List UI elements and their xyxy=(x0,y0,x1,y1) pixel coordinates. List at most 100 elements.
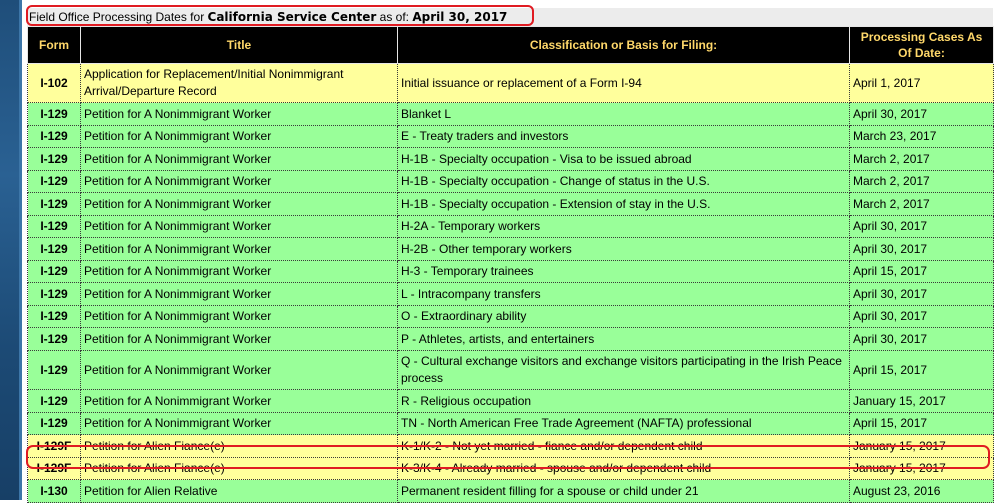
form-cell: I-129 xyxy=(27,282,81,306)
date-cell: April 15, 2017 xyxy=(849,350,994,390)
date-cell: March 2, 2017 xyxy=(849,170,994,193)
table-row: I-129 Petition for A Nonimmigrant Worker… xyxy=(27,102,994,126)
title-cell: Petition for A Nonimmigrant Worker xyxy=(80,125,398,148)
date-cell: April 30, 2017 xyxy=(849,102,994,126)
form-cell: I-129 xyxy=(27,170,81,193)
table-row: I-129 Petition for A Nonimmigrant Worker… xyxy=(27,412,994,435)
table-row: I-129 Petition for A Nonimmigrant Worker… xyxy=(27,125,994,148)
classification-cell: O - Extraordinary ability xyxy=(397,305,850,328)
title-cell: Petition for A Nonimmigrant Worker xyxy=(80,412,398,435)
column-header-form: Form xyxy=(27,26,81,64)
title-cell: Petition for A Nonimmigrant Worker xyxy=(80,147,398,171)
date-cell: March 2, 2017 xyxy=(849,147,994,171)
date-cell: April 15, 2017 xyxy=(849,412,994,435)
classification-cell: H-2A - Temporary workers xyxy=(397,215,850,238)
title-cell: Petition for A Nonimmigrant Worker xyxy=(80,237,398,261)
form-cell: I-129 xyxy=(27,327,81,351)
form-cell: I-129 xyxy=(27,125,81,148)
table-row-highlighted: I-129F Petition for Alien Fiance(e) K-1/… xyxy=(27,434,994,458)
table-row: I-129 Petition for A Nonimmigrant Worker… xyxy=(27,237,994,261)
classification-cell: Initial issuance or replacement of a For… xyxy=(397,63,850,103)
form-cell: I-129 xyxy=(27,237,81,261)
processing-dates-table-container: Form Title Classification or Basis for F… xyxy=(27,26,994,503)
table-row: I-129 Petition for A Nonimmigrant Worker… xyxy=(27,170,994,193)
date-cell: January 15, 2017 xyxy=(849,457,994,480)
classification-cell: H-3 - Temporary trainees xyxy=(397,260,850,283)
title-cell: Petition for A Nonimmigrant Worker xyxy=(80,389,398,413)
date-cell: August 23, 2016 xyxy=(849,479,994,503)
title-cell: Petition for A Nonimmigrant Worker xyxy=(80,215,398,238)
date-cell: January 15, 2017 xyxy=(849,434,994,458)
form-cell: I-129 xyxy=(27,389,81,413)
classification-cell: H-2B - Other temporary workers xyxy=(397,237,850,261)
column-header-processing-date: Processing Cases As Of Date: xyxy=(849,26,994,64)
classification-cell: H-1B - Specialty occupation - Extension … xyxy=(397,192,850,216)
table-row: I-130 Petition for Alien Relative Perman… xyxy=(27,479,994,503)
table-row: I-129F Petition for Alien Fiance(e) K-3/… xyxy=(27,457,994,480)
table-row: I-129 Petition for A Nonimmigrant Worker… xyxy=(27,350,994,390)
classification-cell: P - Athletes, artists, and entertainers xyxy=(397,327,850,351)
form-cell: I-129 xyxy=(27,412,81,435)
title-cell: Petition for A Nonimmigrant Worker xyxy=(80,170,398,193)
form-cell: I-102 xyxy=(27,63,81,103)
table-row: I-129 Petition for A Nonimmigrant Worker… xyxy=(27,327,994,351)
classification-cell: H-1B - Specialty occupation - Visa to be… xyxy=(397,147,850,171)
classification-cell: Q - Cultural exchange visitors and excha… xyxy=(397,350,850,390)
form-cell: I-130 xyxy=(27,479,81,503)
processing-dates-table: Form Title Classification or Basis for F… xyxy=(27,26,994,503)
form-cell: I-129 xyxy=(27,260,81,283)
table-row: I-129 Petition for A Nonimmigrant Worker… xyxy=(27,260,994,283)
as-of-date: April 30, 2017 xyxy=(412,10,508,24)
column-header-title: Title xyxy=(80,26,398,64)
title-cell: Petition for Alien Fiance(e) xyxy=(80,457,398,480)
form-cell: I-129 xyxy=(27,102,81,126)
table-row: I-102 Application for Replacement/Initia… xyxy=(27,63,994,103)
table-row: I-129 Petition for A Nonimmigrant Worker… xyxy=(27,282,994,306)
title-cell: Petition for Alien Fiance(e) xyxy=(80,434,398,458)
heading-prefix: Field Office Processing Dates for xyxy=(29,10,208,24)
service-center-name: California Service Center xyxy=(207,10,377,24)
date-cell: April 30, 2017 xyxy=(849,327,994,351)
form-cell: I-129 xyxy=(27,350,81,390)
form-cell: I-129 xyxy=(27,147,81,171)
left-sidebar-strip xyxy=(0,0,22,500)
date-cell: January 15, 2017 xyxy=(849,389,994,413)
title-cell: Petition for A Nonimmigrant Worker xyxy=(80,282,398,306)
title-cell: Petition for A Nonimmigrant Worker xyxy=(80,192,398,216)
table-row: I-129 Petition for A Nonimmigrant Worker… xyxy=(27,305,994,328)
page-heading: Field Office Processing Dates for Califo… xyxy=(27,8,993,26)
heading-mid: as of: xyxy=(376,10,413,24)
form-cell: I-129 xyxy=(27,192,81,216)
table-header-row: Form Title Classification or Basis for F… xyxy=(27,26,994,64)
classification-cell: K-3/K-4 - Already married - spouse and/o… xyxy=(397,457,850,480)
date-cell: April 30, 2017 xyxy=(849,305,994,328)
title-cell: Petition for A Nonimmigrant Worker xyxy=(80,350,398,390)
classification-cell: H-1B - Specialty occupation - Change of … xyxy=(397,170,850,193)
table-row: I-129 Petition for A Nonimmigrant Worker… xyxy=(27,215,994,238)
date-cell: April 15, 2017 xyxy=(849,260,994,283)
title-cell: Petition for A Nonimmigrant Worker xyxy=(80,305,398,328)
title-cell: Petition for A Nonimmigrant Worker xyxy=(80,260,398,283)
table-row: I-129 Petition for A Nonimmigrant Worker… xyxy=(27,147,994,171)
classification-cell: TN - North American Free Trade Agreement… xyxy=(397,412,850,435)
form-cell: I-129F xyxy=(27,457,81,480)
classification-cell: R - Religious occupation xyxy=(397,389,850,413)
table-row: I-129 Petition for A Nonimmigrant Worker… xyxy=(27,192,994,216)
classification-cell: Permanent resident filling for a spouse … xyxy=(397,479,850,503)
classification-cell: Blanket L xyxy=(397,102,850,126)
classification-cell: L - Intracompany transfers xyxy=(397,282,850,306)
date-cell: April 1, 2017 xyxy=(849,63,994,103)
form-cell: I-129 xyxy=(27,215,81,238)
date-cell: March 2, 2017 xyxy=(849,192,994,216)
form-cell: I-129 xyxy=(27,305,81,328)
classification-cell: E - Treaty traders and investors xyxy=(397,125,850,148)
date-cell: April 30, 2017 xyxy=(849,237,994,261)
title-cell: Petition for A Nonimmigrant Worker xyxy=(80,102,398,126)
title-cell: Petition for Alien Relative xyxy=(80,479,398,503)
classification-cell: K-1/K-2 - Not yet married - fiance and/o… xyxy=(397,434,850,458)
date-cell: March 23, 2017 xyxy=(849,125,994,148)
title-cell: Application for Replacement/Initial Noni… xyxy=(80,63,398,103)
column-header-classification: Classification or Basis for Filing: xyxy=(397,26,850,64)
form-cell: I-129F xyxy=(27,434,81,458)
date-cell: April 30, 2017 xyxy=(849,215,994,238)
